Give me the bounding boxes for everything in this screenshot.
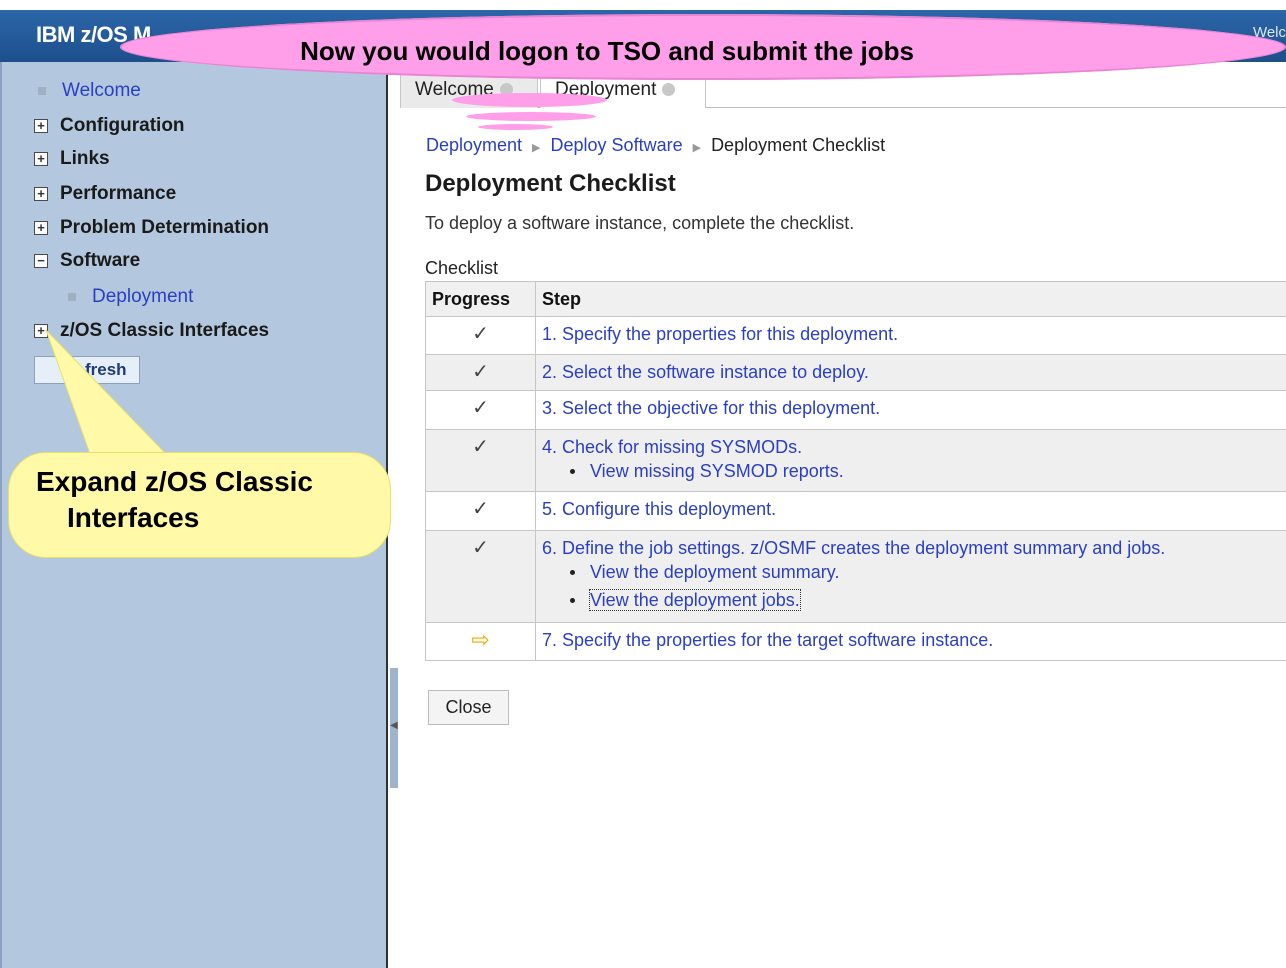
- chevron-right-icon: ▶: [692, 142, 702, 154]
- bullet-icon: [38, 87, 46, 95]
- thought-cloud-text: Now you would logon to TSO and submit th…: [300, 36, 914, 66]
- expand-icon[interactable]: +: [34, 152, 48, 166]
- table-row: ✓ 2. Select the software instance to dep…: [425, 354, 1286, 391]
- table-row: ✓ 3. Select the objective for this deplo…: [425, 390, 1286, 430]
- expand-icon[interactable]: +: [34, 187, 48, 201]
- sidebar-item-software[interactable]: − Software: [34, 249, 140, 273]
- table-header-row: Progress Step: [425, 281, 1286, 317]
- sidebar-item-label: Performance: [60, 183, 177, 204]
- collapse-arrow-icon: ◀: [390, 720, 398, 731]
- sidebar-item-problem-determination[interactable]: + Problem Determination: [34, 216, 269, 240]
- step-link[interactable]: 7. Specify the properties for the target…: [542, 630, 993, 650]
- close-button[interactable]: Close: [428, 690, 509, 725]
- sub-list-item: View missing SYSMOD reports.: [542, 457, 1286, 485]
- step-link[interactable]: 1. Specify the properties for this deplo…: [542, 324, 898, 344]
- callout-pointer: [45, 330, 168, 455]
- sidebar-item-label: Welcome: [62, 80, 141, 101]
- sidebar-item-links[interactable]: + Links: [34, 147, 110, 171]
- step-link[interactable]: 4. Check for missing SYSMODs.: [542, 437, 802, 457]
- checkmark-icon: ✓: [425, 530, 536, 623]
- checklist-caption: Checklist: [425, 258, 499, 278]
- column-header-step: Step: [535, 281, 1286, 317]
- step-link[interactable]: 6. Define the job settings. z/OSMF creat…: [542, 538, 1165, 558]
- sidebar-item-label: Configuration: [60, 115, 185, 136]
- speech-bubble-line-1: Expand z/OS Classic: [36, 466, 313, 497]
- checkmark-icon: ✓: [425, 354, 536, 391]
- sub-list-item: View the deployment summary.: [542, 558, 1286, 586]
- view-deployment-summary-link[interactable]: View the deployment summary.: [590, 562, 839, 582]
- expand-icon[interactable]: +: [34, 119, 48, 133]
- view-missing-sysmod-reports-link[interactable]: View missing SYSMOD reports.: [590, 461, 844, 481]
- column-header-progress: Progress: [425, 281, 536, 317]
- table-row: ⇨ 7. Specify the properties for the targ…: [425, 622, 1286, 661]
- checkmark-icon: ✓: [425, 429, 536, 492]
- expand-icon[interactable]: +: [34, 221, 48, 235]
- speech-bubble-line-2: Interfaces: [67, 502, 200, 533]
- table-row: ✓ 6. Define the job settings. z/OSMF cre…: [425, 530, 1286, 623]
- cloud-puff: [466, 112, 596, 121]
- close-tab-icon[interactable]: [662, 83, 676, 97]
- sidebar-item-configuration[interactable]: + Configuration: [34, 114, 185, 138]
- sub-list-item: View the deployment jobs.: [542, 586, 1286, 614]
- table-row: ✓ 5. Configure this deployment.: [425, 491, 1286, 531]
- breadcrumb: Deployment ▶ Deploy Software ▶ Deployment Ch…: [426, 135, 885, 156]
- bullet-icon: [68, 293, 76, 301]
- step-link[interactable]: 3. Select the objective for this deploym…: [542, 398, 880, 418]
- page-title: Deployment Checklist: [425, 170, 676, 197]
- sidebar-item-deployment[interactable]: Deployment: [64, 285, 193, 309]
- collapse-icon[interactable]: −: [34, 254, 48, 268]
- sidebar-splitter[interactable]: ◀: [390, 668, 398, 788]
- table-row: ✓ 1. Specify the properties for this dep…: [425, 316, 1286, 355]
- breadcrumb-deployment[interactable]: Deployment: [426, 135, 522, 155]
- sidebar-item-label: Deployment: [92, 286, 194, 307]
- sidebar-item-performance[interactable]: + Performance: [34, 182, 176, 206]
- checkmark-icon: ✓: [425, 491, 536, 531]
- sidebar-item-label: Links: [60, 148, 110, 169]
- view-deployment-jobs-link[interactable]: View the deployment jobs.: [589, 589, 801, 611]
- page-intro: To deploy a software instance, complete …: [425, 213, 855, 233]
- speech-bubble-text: Expand z/OS Classic Interfaces: [36, 464, 376, 536]
- cloud-puff: [478, 124, 553, 130]
- sidebar-item-label: Software: [60, 250, 141, 271]
- step-link[interactable]: 2. Select the software instance to deplo…: [542, 362, 869, 382]
- step-link[interactable]: 5. Configure this deployment.: [542, 499, 776, 519]
- breadcrumb-deploy-software[interactable]: Deploy Software: [551, 135, 683, 155]
- chevron-right-icon: ▶: [532, 142, 541, 154]
- table-row: ✓ 4. Check for missing SYSMODs. View mis…: [425, 429, 1286, 492]
- checklist-table: Progress Step ✓ 1. Specify the propertie…: [425, 281, 1286, 661]
- breadcrumb-current: Deployment Checklist: [711, 135, 886, 155]
- cloud-puff: [452, 93, 607, 107]
- current-step-arrow-icon: ⇨: [471, 627, 490, 652]
- sidebar-item-label: Problem Determination: [60, 217, 270, 238]
- checkmark-icon: ✓: [425, 390, 536, 430]
- sidebar-item-welcome[interactable]: Welcome: [34, 79, 141, 103]
- checkmark-icon: ✓: [425, 316, 536, 355]
